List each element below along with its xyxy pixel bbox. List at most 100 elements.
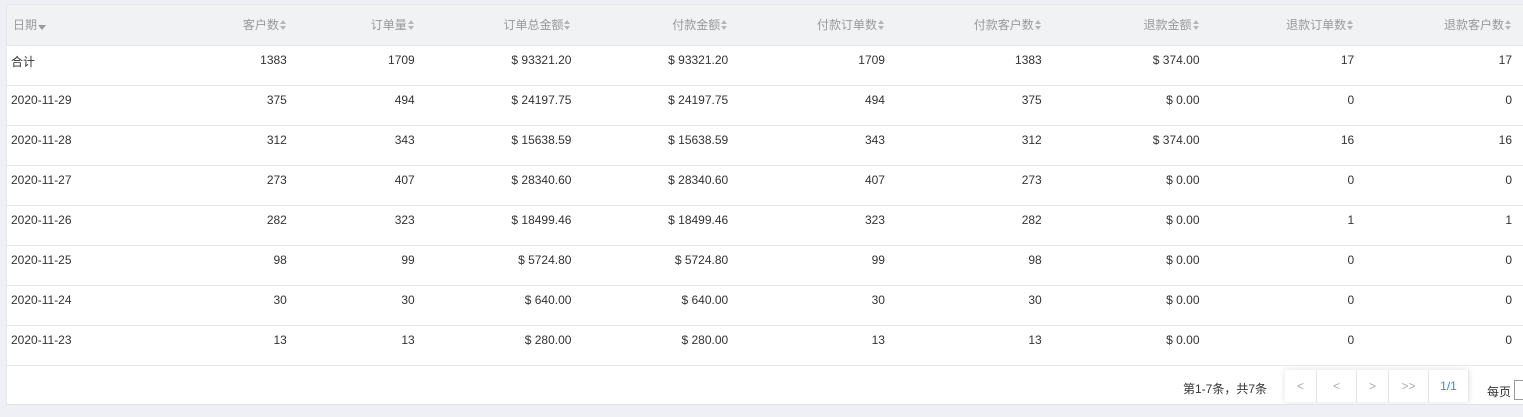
table-body: 合计 1383 1709 $ 93321.20 $ 93321.20 1709 1383 $ …: [7, 45, 1523, 366]
column-header-refund-amount[interactable]: 退款金额: [1053, 5, 1212, 46]
table-cell: 0: [1211, 245, 1367, 286]
column-header-refund-orders[interactable]: 退款订单数: [1211, 5, 1367, 46]
last-page-button[interactable]: >>: [1389, 370, 1429, 402]
table-cell-date: 2020-11-28: [7, 125, 123, 166]
table-cell: 407: [298, 165, 427, 206]
daily-report-table: 日期 客户数 订单量 订单总金额 付款金额 付款订单数 付款客户数 退款金额 退…: [7, 5, 1523, 366]
table-cell: 375: [896, 85, 1054, 126]
column-header-label: 付款订单数: [816, 18, 877, 33]
table-cell-date: 合计: [7, 45, 123, 86]
per-page-select-box[interactable]: [1514, 380, 1523, 400]
table-cell: 0: [1211, 285, 1367, 326]
table-cell: $ 28340.60: [426, 165, 584, 206]
table-cell: $ 24197.75: [583, 85, 741, 126]
table-cell: 273: [896, 165, 1054, 206]
table-cell: 407: [740, 165, 897, 206]
column-header-customers[interactable]: 客户数: [122, 5, 299, 46]
table-cell: 98: [122, 245, 299, 286]
sort-icon[interactable]: [1192, 20, 1200, 31]
column-header-refund-customers[interactable]: 退款客户数: [1366, 5, 1523, 46]
table-cell: 30: [122, 285, 299, 326]
first-page-button[interactable]: <: [1285, 370, 1317, 402]
per-page-selector[interactable]: 每页: [1487, 380, 1523, 400]
table-row: 2020-11-28 312 343 $ 15638.59 $ 15638.59 343 3…: [7, 125, 1523, 166]
table-cell: 17: [1211, 45, 1367, 86]
table-cell: $ 24197.75: [426, 85, 584, 126]
table-cell: 1709: [740, 45, 897, 86]
table-cell: $ 93321.20: [426, 45, 584, 86]
report-panel: 日期 客户数 订单量 订单总金额 付款金额 付款订单数 付款客户数 退款金额 退…: [6, 4, 1523, 405]
table-cell: 0: [1366, 245, 1523, 286]
table-cell: 1: [1366, 205, 1523, 246]
sort-icon[interactable]: [1347, 20, 1354, 31]
table-cell: 1709: [298, 45, 427, 86]
table-cell: $ 15638.59: [583, 125, 741, 166]
pagination-info: 第1-7条，共7条: [1183, 382, 1268, 396]
table-row: 2020-11-26 282 323 $ 18499.46 $ 18499.46 323 2…: [7, 205, 1523, 246]
column-header-paid-orders[interactable]: 付款订单数: [740, 5, 897, 46]
table-cell: 0: [1366, 85, 1523, 126]
table-cell: $ 374.00: [1053, 125, 1212, 166]
table-cell: 0: [1366, 165, 1523, 206]
table-cell: $ 0.00: [1053, 285, 1212, 326]
column-header-orders[interactable]: 订单量: [298, 5, 427, 46]
table-cell-date: 2020-11-27: [7, 165, 123, 206]
next-page-button[interactable]: >: [1357, 370, 1389, 402]
column-header-label: 日期: [13, 18, 38, 33]
table-cell: $ 18499.46: [426, 205, 584, 246]
table-cell: 312: [122, 125, 299, 166]
table-header-row: 日期 客户数 订单量 订单总金额 付款金额 付款订单数 付款客户数 退款金额 退…: [7, 5, 1523, 46]
table-row: 2020-11-23 13 13 $ 280.00 $ 280.00 13 13 $ 0.00…: [7, 325, 1523, 366]
table-footer: 第1-7条，共7条 < < > >> 1/1 每页: [7, 366, 1523, 404]
table-cell: 273: [122, 165, 299, 206]
table-cell: 99: [298, 245, 427, 286]
sort-icon[interactable]: [1505, 20, 1512, 31]
table-cell: 323: [298, 205, 427, 246]
table-cell: 0: [1366, 325, 1523, 366]
current-page-indicator: 1/1: [1429, 370, 1469, 402]
sort-icon[interactable]: [721, 20, 728, 31]
table-cell: $ 280.00: [583, 325, 741, 366]
table-cell: $ 0.00: [1053, 85, 1212, 126]
table-cell: 16: [1211, 125, 1367, 166]
table-cell: 0: [1211, 325, 1367, 366]
table-cell: 312: [896, 125, 1054, 166]
table-cell-date: 2020-11-23: [7, 325, 123, 366]
sort-icon[interactable]: [564, 20, 571, 31]
column-header-paid-amount[interactable]: 付款金额: [583, 5, 741, 46]
table-cell: $ 640.00: [426, 285, 584, 326]
column-header-paid-customers[interactable]: 付款客户数: [896, 5, 1054, 46]
prev-page-button[interactable]: <: [1317, 370, 1357, 402]
table-cell: $ 0.00: [1053, 165, 1212, 206]
table-row: 2020-11-29 375 494 $ 24197.75 $ 24197.75 494 3…: [7, 85, 1523, 126]
table-cell: $ 0.00: [1053, 245, 1212, 286]
column-header-label: 付款金额: [672, 18, 721, 33]
per-page-label: 每页: [1487, 385, 1512, 399]
sort-icon[interactable]: [1034, 20, 1042, 31]
table-cell: $ 18499.46: [583, 205, 741, 246]
table-cell: $ 0.00: [1053, 205, 1212, 246]
sort-desc-icon[interactable]: [38, 25, 47, 31]
table-cell: $ 5724.80: [583, 245, 741, 286]
table-cell-date: 2020-11-26: [7, 205, 123, 246]
sort-icon[interactable]: [407, 20, 415, 31]
table-cell: 1383: [896, 45, 1054, 86]
column-header-date[interactable]: 日期: [7, 5, 123, 46]
table-cell: $ 28340.60: [583, 165, 741, 206]
table-cell: 98: [896, 245, 1054, 286]
table-cell: 99: [740, 245, 897, 286]
table-cell: 13: [740, 325, 897, 366]
sort-icon[interactable]: [877, 20, 885, 31]
table-row: 2020-11-27 273 407 $ 28340.60 $ 28340.60 407 2…: [7, 165, 1523, 206]
table-cell-date: 2020-11-25: [7, 245, 123, 286]
table-cell: 16: [1366, 125, 1523, 166]
column-header-order-total[interactable]: 订单总金额: [426, 5, 584, 46]
table-cell: 494: [298, 85, 427, 126]
table-cell: $ 0.00: [1053, 325, 1212, 366]
table-total-row: 合计 1383 1709 $ 93321.20 $ 93321.20 1709 1383 $ …: [7, 45, 1523, 86]
table-cell: 375: [122, 85, 299, 126]
column-header-label: 退款金额: [1143, 18, 1192, 33]
table-cell: $ 93321.20: [583, 45, 741, 86]
sort-icon[interactable]: [279, 20, 287, 31]
table-cell: $ 15638.59: [426, 125, 584, 166]
